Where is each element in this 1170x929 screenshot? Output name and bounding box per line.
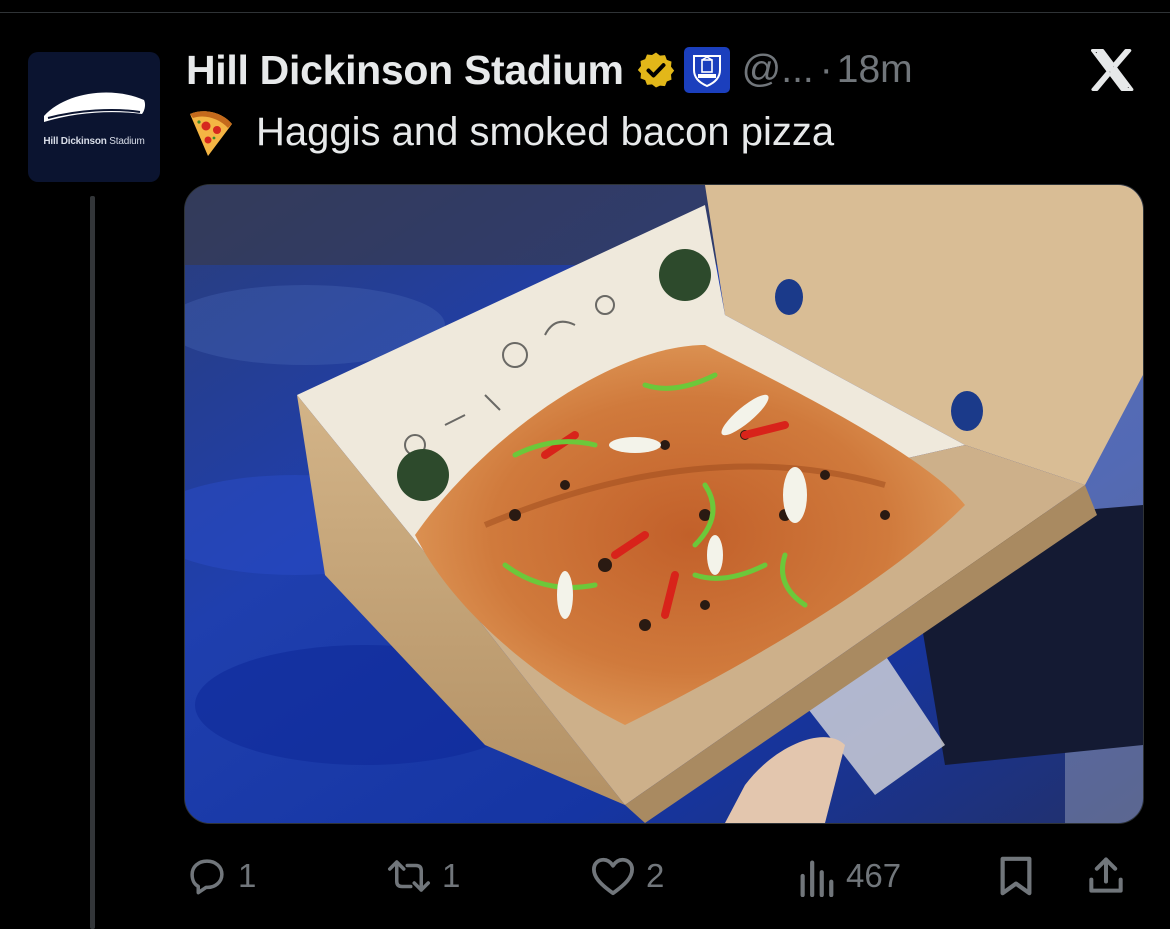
action-bar: 1 1 2 467 [186,848,1146,904]
handle[interactable]: @... [742,48,814,92]
avatar-wordmark: Hill Dickinson Stadium [43,136,145,147]
repost-count: 1 [442,857,461,894]
timestamp[interactable]: 18m [837,48,913,92]
post-body: Haggis and smoked bacon pizza [256,109,835,154]
share-button[interactable] [1084,848,1128,904]
share-icon [1089,857,1123,893]
reply-button[interactable]: 1 [186,848,256,904]
separator-dot: · [819,48,833,91]
bookmark-icon [1000,856,1032,896]
post-header: Hill Dickinson Stadium @... · 18m [186,44,913,96]
repost-button[interactable]: 1 [386,848,460,904]
x-logo-icon[interactable] [1086,44,1138,96]
like-button[interactable]: 2 [590,848,664,904]
stadium-logo-icon [44,92,146,122]
pizza-photo [185,185,1143,823]
display-name[interactable]: Hill Dickinson Stadium [186,47,624,94]
view-count: 467 [846,857,902,894]
views-button[interactable]: 467 [796,848,901,904]
reply-count: 1 [238,857,257,894]
like-count: 2 [646,857,665,894]
bookmark-button[interactable] [996,848,1036,904]
gold-verified-icon[interactable] [636,50,676,90]
repost-icon [388,860,430,892]
analytics-icon [800,860,834,897]
top-divider [0,12,1170,13]
pizza-emoji [190,111,232,156]
reply-icon [190,859,224,895]
post-text: Haggis and smoked bacon pizza [186,104,834,160]
heart-icon [592,857,634,896]
avatar[interactable]: Hill Dickinson Stadium [28,52,160,182]
post-image[interactable] [184,184,1144,824]
thread-line [90,196,95,929]
everton-crest-icon[interactable] [683,47,730,93]
